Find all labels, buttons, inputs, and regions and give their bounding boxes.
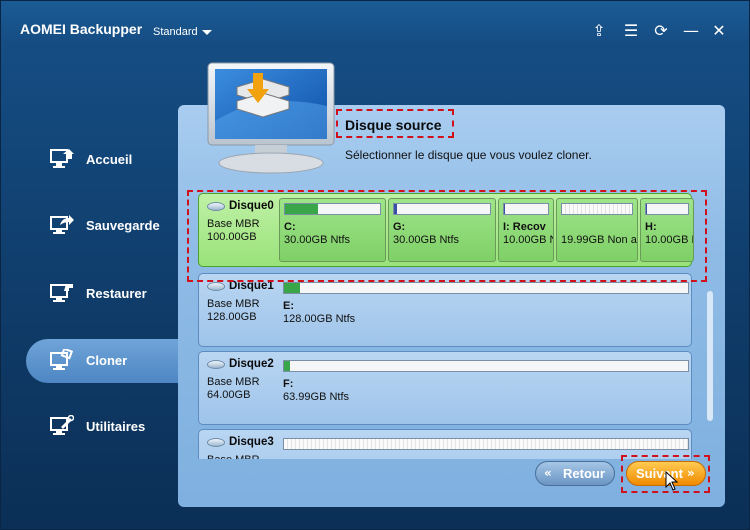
edition-dropdown[interactable]: Standard <box>153 26 198 38</box>
partition[interactable]: F: 63.99GB Ntfs <box>279 356 693 420</box>
disk-size: 128.00GB <box>207 311 257 323</box>
chevron-down-icon[interactable] <box>202 30 212 35</box>
close-icon[interactable]: ✕ <box>709 21 729 41</box>
partition[interactable]: E: 128.00GB Ntfs <box>279 278 693 342</box>
nav-item-sauvegarde[interactable]: Sauvegarde <box>26 204 186 248</box>
usage-bar <box>283 438 689 450</box>
nav-label: Sauvegarde <box>86 218 160 233</box>
hard-disk-icon <box>207 438 225 447</box>
nav-item-cloner[interactable]: Cloner <box>26 339 186 383</box>
back-button[interactable]: « Retour <box>535 461 615 486</box>
scrollbar[interactable] <box>707 291 713 421</box>
home-monitor-icon <box>50 149 74 168</box>
hard-disk-icon <box>207 282 225 291</box>
usage-bar <box>283 282 689 294</box>
disk-type: Base MBR <box>207 298 260 310</box>
usage-fill <box>284 283 301 293</box>
refresh-icon[interactable]: ⟳ <box>651 21 671 41</box>
nav-item-restaurer[interactable]: Restaurer <box>26 272 186 316</box>
nav-label: Utilitaires <box>86 419 146 434</box>
backup-monitor-icon <box>50 215 74 234</box>
page-subtitle: Sélectionner le disque que vous voulez c… <box>345 148 592 162</box>
nav-label: Cloner <box>86 353 128 368</box>
disk-name: Disque3 <box>229 436 274 448</box>
usage-fill <box>284 361 291 371</box>
menu-icon[interactable]: ☰ <box>621 21 641 41</box>
hard-disk-icon <box>207 360 225 369</box>
partition-letter: E: <box>283 300 294 312</box>
disk-name: Disque2 <box>229 358 274 370</box>
tools-monitor-icon <box>50 415 74 435</box>
highlight-frame <box>187 190 707 282</box>
upgrade-icon[interactable]: ⇪ <box>589 21 609 41</box>
restore-monitor-icon <box>50 284 73 302</box>
nav-label: Restaurer <box>86 286 147 301</box>
usage-bar <box>283 360 689 372</box>
title-bar: AOMEI Backupper Standard ⇪ ☰ ⟳ — ✕ <box>1 1 749 61</box>
highlight-frame <box>336 109 454 138</box>
app-window: AOMEI Backupper Standard ⇪ ☰ ⟳ — ✕ Accue… <box>0 0 750 530</box>
disk-type: Base MBR <box>207 376 260 388</box>
nav-item-accueil[interactable]: Accueil <box>26 138 186 182</box>
double-chevron-left-icon: « <box>544 466 552 480</box>
minimize-icon[interactable]: — <box>681 21 701 41</box>
disk-row-disque3[interactable]: Disque3 Base MBR <box>198 429 692 459</box>
back-button-label: Retour <box>563 466 605 481</box>
app-title: AOMEI Backupper <box>20 21 143 37</box>
partition-letter: F: <box>283 378 294 390</box>
nav-item-utilitaires[interactable]: Utilitaires <box>26 405 186 449</box>
disk-clone-monitor-icon <box>207 62 335 174</box>
nav-label: Accueil <box>86 152 133 167</box>
disk-row-disque1[interactable]: Disque1 Base MBR 128.00GB E: 128.00GB Nt… <box>198 273 692 347</box>
clone-monitor-icon <box>50 349 74 370</box>
mouse-pointer-icon <box>665 471 679 491</box>
partition-info: 128.00GB Ntfs <box>283 313 356 325</box>
disk-type: Base MBR <box>207 454 260 459</box>
disk-size: 64.00GB <box>207 389 251 401</box>
disk-row-disque2[interactable]: Disque2 Base MBR 64.00GB F: 63.99GB Ntfs <box>198 351 692 425</box>
partition-info: 63.99GB Ntfs <box>283 391 350 403</box>
